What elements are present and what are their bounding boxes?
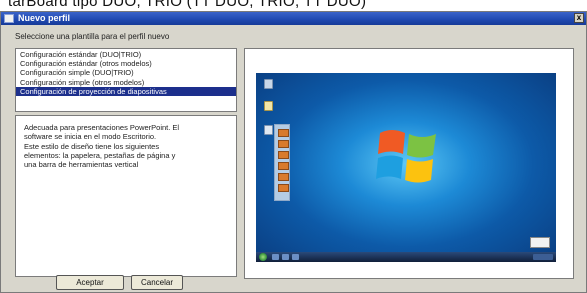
- description-line: una barra de herramientas vertical: [24, 160, 139, 170]
- taskbar-icon: [292, 254, 299, 260]
- template-description: Adecuada para presentaciones PowerPoint.…: [15, 115, 237, 277]
- dialog-title: Nuevo perfil: [18, 13, 71, 23]
- app-icon: [4, 14, 14, 23]
- toolbar-widget-icon: [530, 237, 550, 248]
- page-tab-icon: [278, 173, 289, 181]
- template-prompt: Seleccione una plantilla para el perfil …: [15, 32, 170, 41]
- list-item-selected[interactable]: Configuración de proyección de diapositi…: [16, 86, 236, 96]
- list-item[interactable]: Configuración estándar (otros modelos): [16, 59, 236, 68]
- taskbar: [256, 252, 556, 262]
- start-icon: [259, 253, 267, 261]
- page-tab-icon: [278, 140, 289, 148]
- description-line: Adecuada para presentaciones PowerPoint.…: [24, 123, 180, 132]
- accept-button[interactable]: Aceptar: [56, 275, 124, 290]
- document-icon: [264, 101, 273, 111]
- page-tab-icon: [278, 162, 289, 170]
- page-tab-icon: [278, 129, 289, 137]
- description-line: software se inicia en el modo Escritorio…: [24, 132, 157, 142]
- list-item[interactable]: Configuración simple (DUO|TRIO): [16, 68, 236, 77]
- recycle-bin-icon: [264, 79, 273, 89]
- top-strip-text: tarBoard tipo DUO, TRIO (TT DUO, TRIO, T…: [8, 0, 367, 10]
- close-button[interactable]: x: [574, 13, 584, 23]
- new-profile-dialog: Nuevo perfil x Seleccione una plantilla …: [0, 11, 587, 293]
- list-item[interactable]: Configuración simple (otros modelos): [16, 78, 236, 87]
- title-bar[interactable]: Nuevo perfil x: [1, 12, 586, 25]
- top-strip: tarBoard tipo DUO, TRIO (TT DUO, TRIO, T…: [0, 0, 587, 11]
- page-tab-icon: [278, 184, 289, 192]
- description-line: elementos: la papelera, pestañas de pági…: [24, 150, 176, 160]
- system-tray: [533, 254, 553, 260]
- page-tab-icon: [278, 151, 289, 159]
- windows-logo-icon: [376, 130, 436, 183]
- taskbar-icon: [272, 254, 279, 260]
- shortcut-icon: [264, 125, 273, 135]
- desktop-preview-image: [256, 73, 556, 262]
- list-item[interactable]: Configuración estándar (DUO|TRIO): [16, 50, 236, 59]
- description-line: Este estilo de diseño tiene los siguient…: [24, 141, 160, 151]
- taskbar-icon: [282, 254, 289, 260]
- cancel-button[interactable]: Cancelar: [131, 275, 183, 290]
- template-list[interactable]: Configuración estándar (DUO|TRIO) Config…: [15, 48, 237, 112]
- preview-frame: [244, 48, 574, 279]
